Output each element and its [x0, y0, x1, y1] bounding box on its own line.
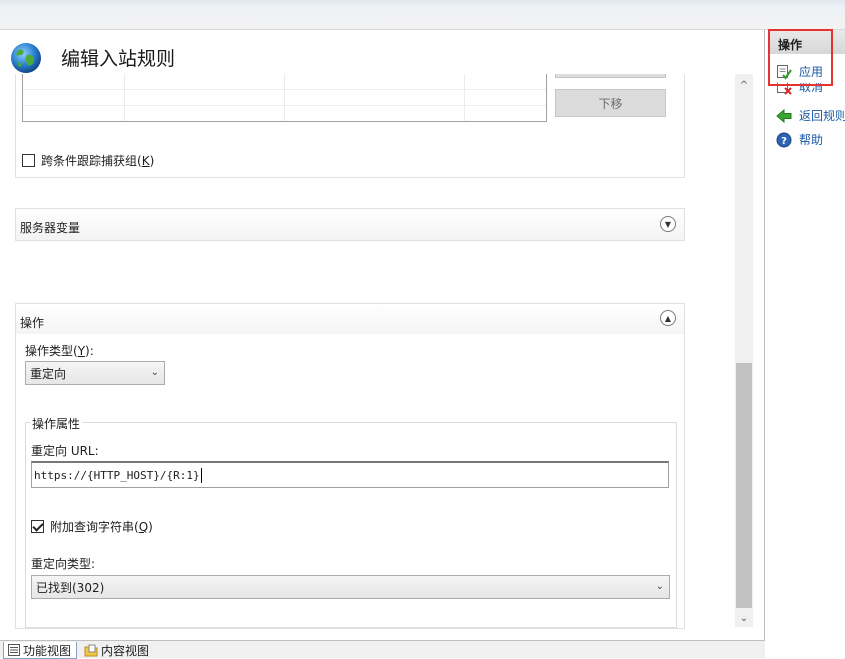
content-view-icon	[84, 644, 98, 657]
group-title: 操作属性	[30, 415, 83, 432]
help-link[interactable]: ? 帮助	[776, 131, 823, 148]
tab-content-view[interactable]: 内容视图	[80, 642, 153, 659]
svg-text:?: ?	[781, 136, 787, 147]
actions-pane: 操作 应用 取消 返回规则 ? 帮助	[768, 30, 845, 658]
back-to-rules-link[interactable]: 返回规则	[776, 107, 845, 124]
move-up-button[interactable]	[555, 74, 666, 78]
server-variables-section[interactable]: 服务器变量 ▼	[15, 208, 685, 241]
main-panel: 编辑入站规则 下移 跨条件跟踪捕获组(K) 服务器变量 ▼ 操作 ▲ 操作类型(…	[0, 30, 765, 640]
scroll-down-icon[interactable]: ⌄	[735, 609, 753, 627]
scroll-up-icon[interactable]: ^	[735, 76, 753, 94]
action-type-label: 操作类型(Y):	[25, 344, 94, 358]
section-title: 操作	[20, 316, 45, 330]
checkbox-box[interactable]	[22, 154, 35, 167]
conditions-section: 下移 跨条件跟踪捕获组(K)	[15, 74, 685, 178]
scroll-thumb[interactable]	[736, 363, 752, 608]
collapse-icon[interactable]: ▲	[660, 310, 676, 326]
action-properties-group: 操作属性 重定向 URL: https://{HTTP_HOST}/{R:1} …	[25, 415, 677, 628]
help-icon: ?	[776, 132, 792, 147]
expand-icon[interactable]: ▼	[660, 216, 676, 232]
action-section: 操作 ▲ 操作类型(Y): 重定向 ⌄ 操作属性 重定向 URL: https:…	[15, 303, 685, 629]
redirect-type-label: 重定向类型:	[31, 557, 96, 571]
view-tabs: 功能视图 内容视图	[0, 640, 765, 659]
conditions-table[interactable]	[22, 74, 547, 122]
append-query-string-checkbox[interactable]: 附加查询字符串(Q)	[31, 518, 153, 535]
page-title: 编辑入站规则	[61, 48, 176, 70]
action-type-select[interactable]: 重定向 ⌄	[25, 361, 165, 385]
tab-features-view[interactable]: 功能视图	[3, 642, 77, 659]
chevron-down-icon: ⌄	[150, 367, 159, 378]
back-arrow-icon	[776, 108, 792, 123]
checkbox-box[interactable]	[31, 520, 44, 533]
form-scroll-area: 下移 跨条件跟踪捕获组(K) 服务器变量 ▼ 操作 ▲ 操作类型(Y): 重定向…	[0, 74, 735, 640]
action-section-header[interactable]: 操作 ▲	[16, 304, 684, 334]
track-capture-groups-checkbox[interactable]: 跨条件跟踪捕获组(K)	[22, 152, 154, 169]
redirect-url-input[interactable]: https://{HTTP_HOST}/{R:1}	[31, 461, 669, 488]
move-down-button[interactable]: 下移	[555, 89, 666, 117]
vertical-scrollbar[interactable]: ^ ⌄	[735, 74, 753, 627]
redirect-type-select[interactable]: 已找到(302) ⌄	[31, 575, 670, 599]
redirect-url-label: 重定向 URL:	[31, 444, 99, 458]
chevron-down-icon: ⌄	[655, 581, 664, 592]
features-view-icon	[8, 644, 20, 656]
section-title: 服务器变量	[20, 221, 81, 235]
highlight-box	[768, 29, 833, 86]
globe-icon	[11, 43, 41, 73]
window-top-bar	[0, 0, 845, 30]
